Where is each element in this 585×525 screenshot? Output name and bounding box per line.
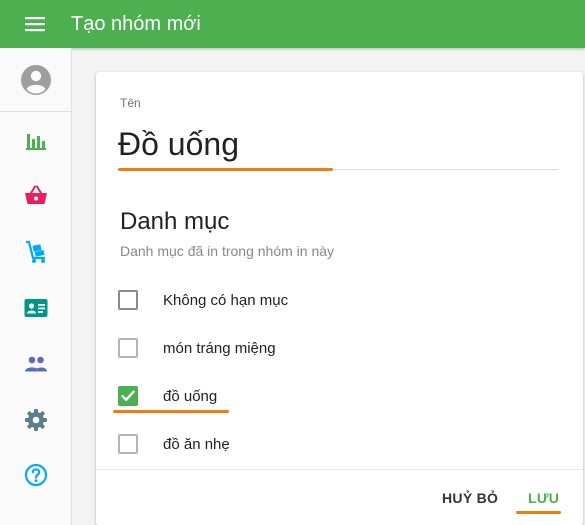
sidebar-item-customers[interactable] <box>0 286 71 330</box>
cancel-button[interactable]: HUỶ BỎ <box>434 480 506 516</box>
save-button-highlight <box>516 511 561 514</box>
sidebar-item-help[interactable] <box>0 453 71 497</box>
category-label: đồ uống <box>163 387 218 405</box>
categories-section-subtitle: Danh mục đã in trong nhóm in này <box>120 243 335 259</box>
category-label: đồ ăn nhẹ <box>163 435 230 453</box>
categories-section-title: Danh mục <box>120 208 230 235</box>
hand-truck-icon <box>25 240 45 263</box>
category-checkbox[interactable] <box>118 434 138 454</box>
name-field-label: Tên <box>120 96 141 110</box>
category-label: Không có hạn mục <box>163 291 289 309</box>
category-checkbox[interactable] <box>118 338 138 358</box>
help-icon <box>24 463 47 487</box>
name-input[interactable] <box>118 120 538 168</box>
group-form-card: Tên Danh mục Danh mục đã in trong nhóm i… <box>96 72 583 525</box>
sidebar-item-account[interactable] <box>0 58 71 102</box>
people-icon <box>24 356 47 372</box>
bar-chart-icon <box>25 134 46 150</box>
name-input-focus-highlight <box>118 168 333 171</box>
sidebar-item-settings[interactable] <box>0 398 71 442</box>
sidebar-divider <box>0 111 71 112</box>
sidebar-item-reports[interactable] <box>0 118 71 162</box>
gear-icon <box>24 409 47 431</box>
category-row-drinks[interactable]: đồ uống <box>118 382 418 410</box>
sidebar-item-inventory[interactable] <box>0 230 71 274</box>
sidebar-item-sales[interactable] <box>0 173 71 217</box>
sidebar-item-employees[interactable] <box>0 342 71 386</box>
shopping-basket-icon <box>24 185 47 204</box>
category-row-desserts[interactable]: món tráng miệng <box>118 334 418 362</box>
app-bar: Tạo nhóm mới <box>0 0 585 48</box>
checkmark-icon <box>121 390 135 401</box>
contact-card-icon <box>24 299 47 317</box>
category-row-snacks[interactable]: đồ ăn nhẹ <box>118 430 418 458</box>
dialog-footer-divider <box>96 469 583 470</box>
category-label: món tráng miệng <box>163 339 276 357</box>
menu-button[interactable] <box>22 14 48 34</box>
category-checkbox-checked[interactable] <box>118 386 138 406</box>
selected-category-highlight <box>113 410 229 413</box>
category-row-uncategorized[interactable]: Không có hạn mục <box>118 286 418 314</box>
category-checkbox[interactable] <box>118 290 138 310</box>
account-circle-icon <box>20 65 51 95</box>
page-title: Tạo nhóm mới <box>71 13 201 35</box>
sidebar <box>0 48 72 525</box>
menu-icon <box>25 17 45 32</box>
